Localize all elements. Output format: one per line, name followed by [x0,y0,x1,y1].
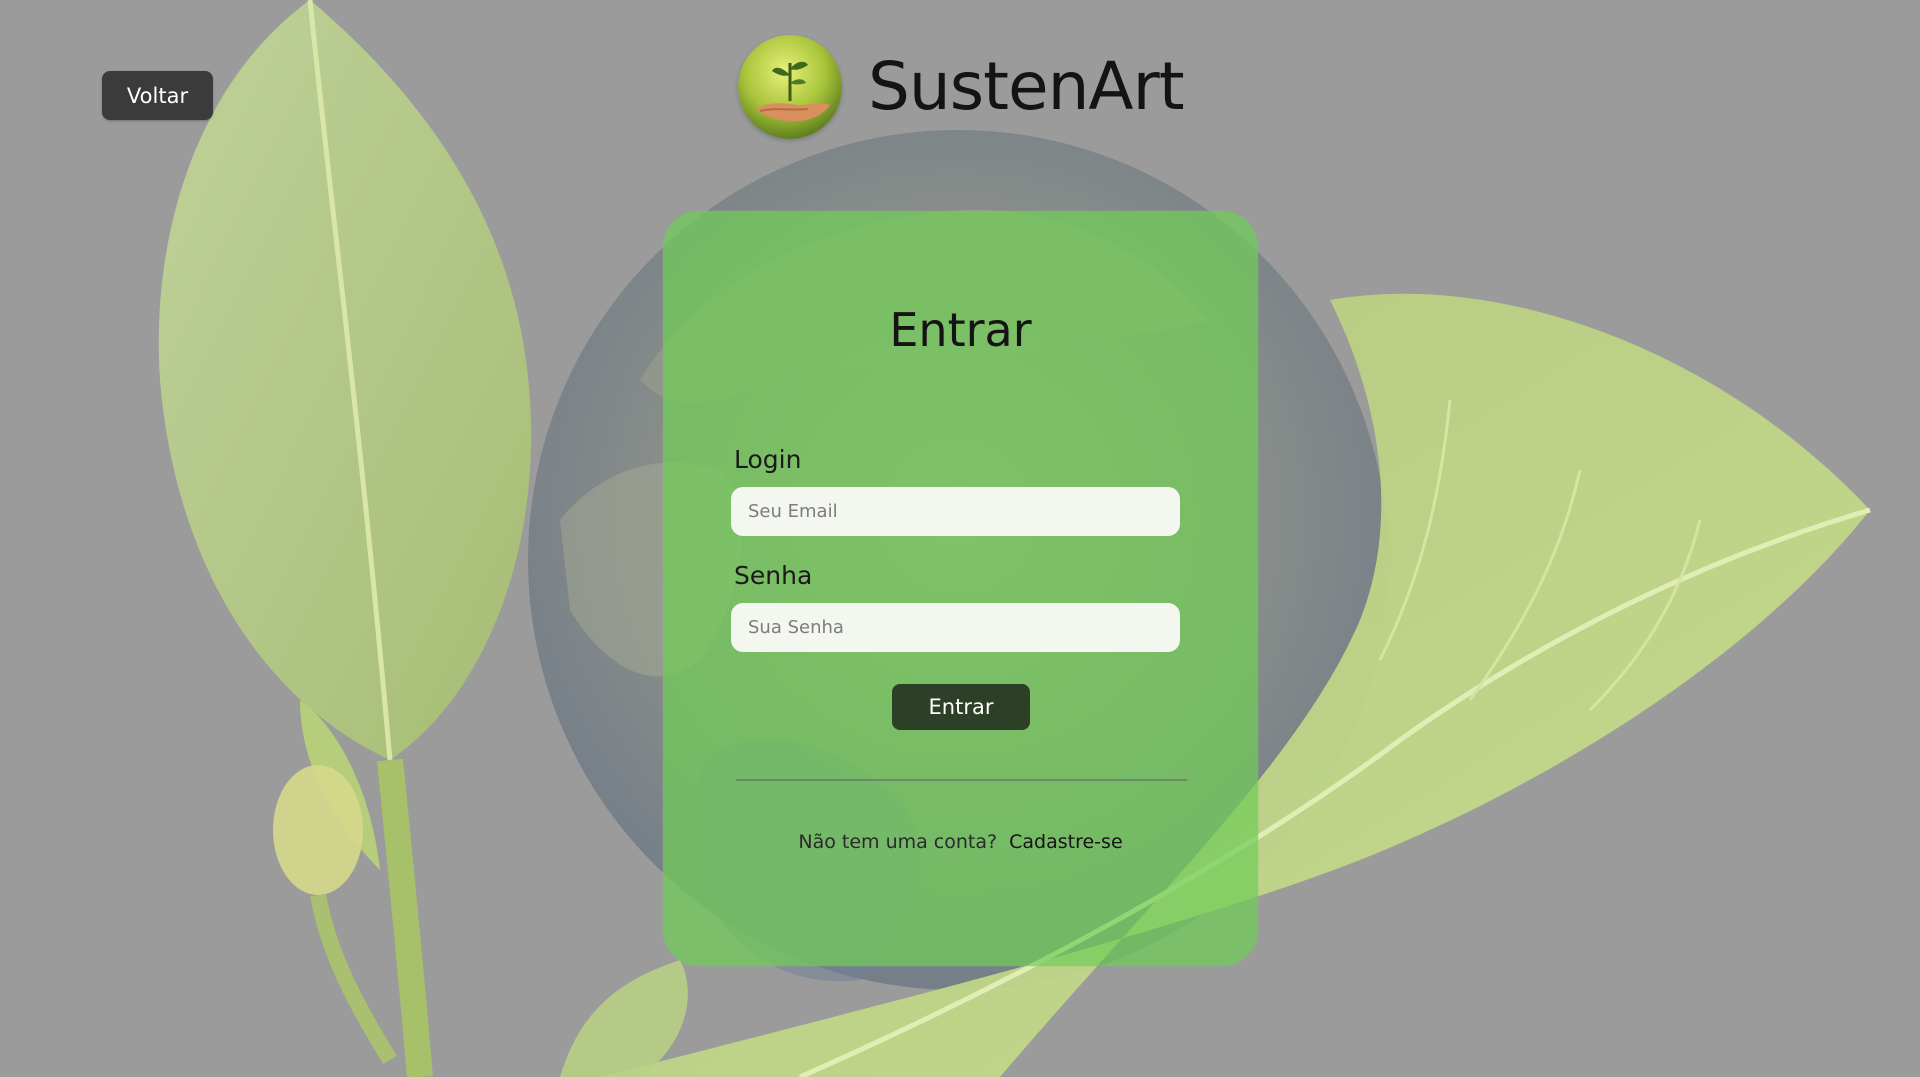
back-button[interactable]: Voltar [102,71,213,120]
divider [736,779,1187,781]
password-label: Senha [734,561,813,590]
brand-header: SustenArt [738,34,1185,140]
login-label: Login [734,445,802,474]
login-title: Entrar [889,303,1032,357]
login-page: Voltar SustenArt Entrar Login Seu Email … [0,0,1920,1077]
signup-link[interactable]: Cadastre-se [1009,831,1123,853]
password-input[interactable] [731,603,1180,652]
signup-prompt: Não tem uma conta? [798,831,998,853]
plant-in-hand-icon [738,35,842,139]
email-input[interactable] [731,487,1180,536]
submit-button[interactable]: Entrar [892,684,1030,730]
login-card: Entrar Login Senha Entrar Não tem uma co… [663,211,1258,966]
signup-row: Não tem uma conta? Cadastre-se [663,831,1258,853]
brand-name: SustenArt [868,48,1185,125]
